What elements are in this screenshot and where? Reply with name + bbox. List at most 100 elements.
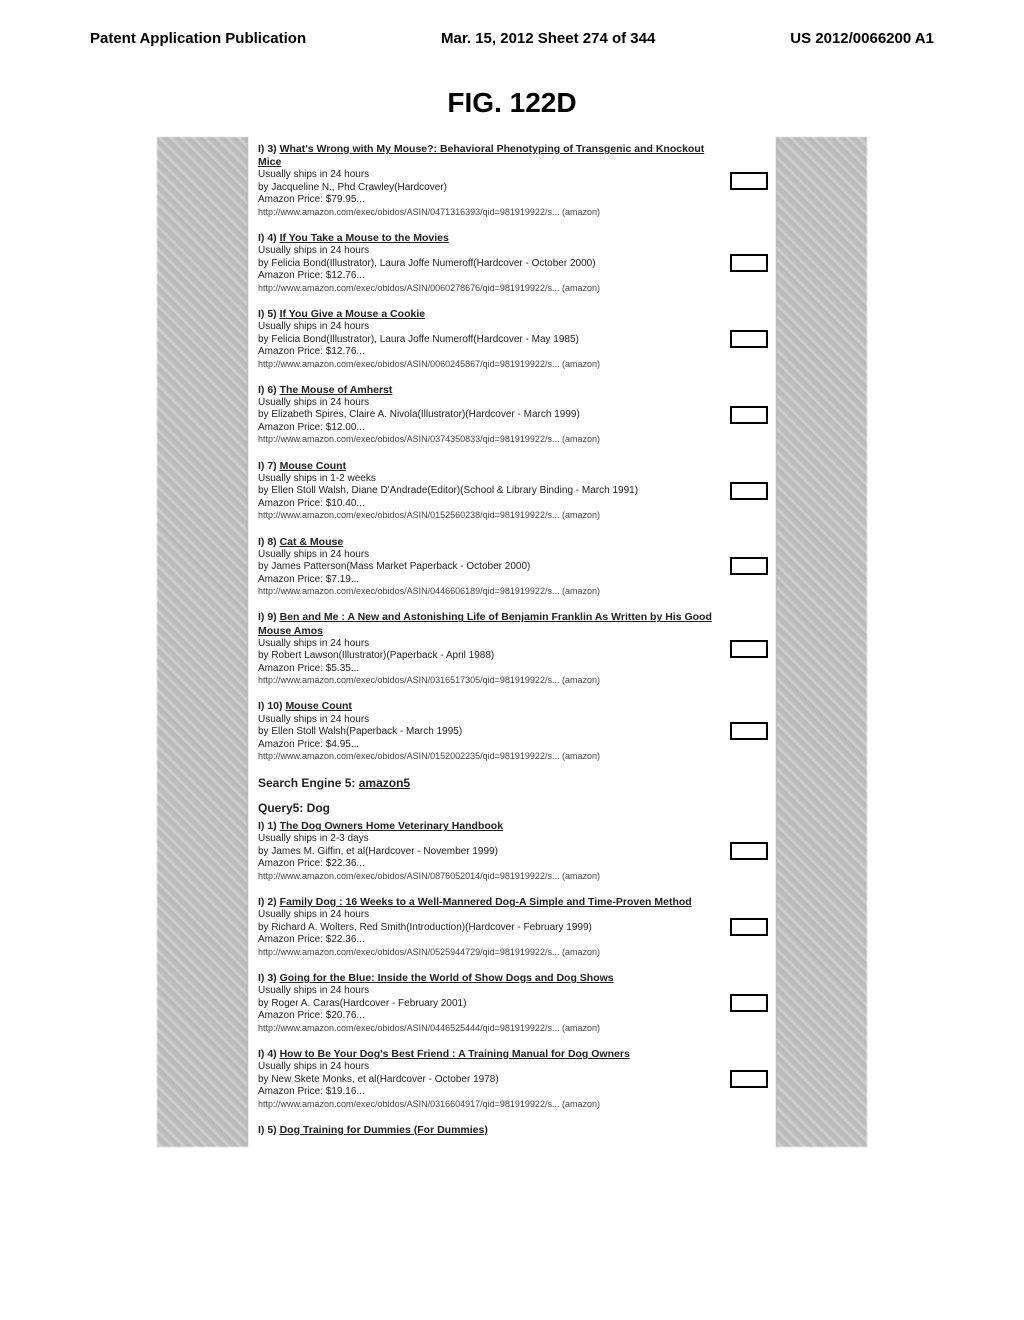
result-ship: Usually ships in 24 hours bbox=[258, 549, 716, 562]
result-byline: by Felicia Bond(Illustrator), Laura Joff… bbox=[258, 258, 716, 271]
result-item: I) 8) Cat & MouseUsually ships in 24 hou… bbox=[258, 536, 768, 598]
header-right: US 2012/0066200 A1 bbox=[790, 30, 934, 47]
result-title-link[interactable]: Mouse Count bbox=[285, 700, 352, 712]
result-prefix: I) 10) bbox=[258, 700, 283, 712]
result-prefix: I) 4) bbox=[258, 1048, 277, 1060]
result-title-link[interactable]: How to Be Your Dog's Best Friend : A Tra… bbox=[280, 1048, 630, 1060]
result-item: I) 3) What's Wrong with My Mouse?: Behav… bbox=[258, 143, 768, 218]
result-url: http://www.amazon.com/exec/obidos/ASIN/0… bbox=[258, 207, 716, 218]
result-title-link[interactable]: If You Take a Mouse to the Movies bbox=[280, 232, 449, 244]
result-title-link[interactable]: Family Dog : 16 Weeks to a Well-Mannered… bbox=[280, 896, 692, 908]
result-byline: by Jacqueline N., Phd Crawley(Hardcover) bbox=[258, 182, 716, 195]
patent-page: Patent Application Publication Mar. 15, … bbox=[0, 0, 1024, 1147]
results-column: I) 3) What's Wrong with My Mouse?: Behav… bbox=[248, 137, 776, 1147]
result-title-link[interactable]: The Dog Owners Home Veterinary Handbook bbox=[280, 820, 503, 832]
search-engine-heading: Search Engine 5: amazon5 bbox=[258, 776, 768, 791]
result-price: Amazon Price: $19.16... bbox=[258, 1086, 716, 1099]
engine-name: amazon5 bbox=[359, 776, 410, 790]
result-ship: Usually ships in 24 hours bbox=[258, 909, 716, 922]
result-ship: Usually ships in 24 hours bbox=[258, 985, 716, 998]
result-ship: Usually ships in 24 hours bbox=[258, 321, 716, 334]
texture-column-right bbox=[776, 137, 867, 1147]
result-byline: by Elizabeth Spires, Claire A. Nivola(Il… bbox=[258, 409, 716, 422]
result-url: http://www.amazon.com/exec/obidos/ASIN/0… bbox=[258, 1023, 716, 1034]
result-url: http://www.amazon.com/exec/obidos/ASIN/0… bbox=[258, 283, 716, 294]
result-byline: by Richard A. Wolters, Red Smith(Introdu… bbox=[258, 922, 716, 935]
result-byline: by Roger A. Caras(Hardcover - February 2… bbox=[258, 998, 716, 1011]
result-item: I) 5) If You Give a Mouse a CookieUsuall… bbox=[258, 308, 768, 370]
result-item: I) 4) How to Be Your Dog's Best Friend :… bbox=[258, 1048, 768, 1110]
result-price: Amazon Price: $12.00... bbox=[258, 422, 716, 435]
result-prefix: I) 4) bbox=[258, 232, 277, 244]
select-checkbox[interactable] bbox=[730, 482, 768, 500]
result-price: Amazon Price: $4.95... bbox=[258, 739, 716, 752]
select-checkbox[interactable] bbox=[730, 330, 768, 348]
result-price: Amazon Price: $22.36... bbox=[258, 858, 716, 871]
result-byline: by James Patterson(Mass Market Paperback… bbox=[258, 561, 716, 574]
result-prefix: I) 7) bbox=[258, 460, 277, 472]
result-title-link[interactable]: What's Wrong with My Mouse?: Behavioral … bbox=[258, 143, 704, 168]
result-ship: Usually ships in 24 hours bbox=[258, 1061, 716, 1074]
result-title-link[interactable]: Dog Training for Dummies (For Dummies) bbox=[280, 1124, 488, 1136]
result-title-link[interactable]: Cat & Mouse bbox=[280, 536, 344, 548]
select-checkbox[interactable] bbox=[730, 918, 768, 936]
result-prefix: I) 8) bbox=[258, 536, 277, 548]
result-item: I) 2) Family Dog : 16 Weeks to a Well-Ma… bbox=[258, 896, 768, 958]
result-byline: by New Skete Monks, et al(Hardcover - Oc… bbox=[258, 1074, 716, 1087]
result-price: Amazon Price: $79.95... bbox=[258, 194, 716, 207]
result-url: http://www.amazon.com/exec/obidos/ASIN/0… bbox=[258, 510, 716, 521]
header-center: Mar. 15, 2012 Sheet 274 of 344 bbox=[441, 30, 655, 47]
result-price: Amazon Price: $7.19... bbox=[258, 574, 716, 587]
result-ship: Usually ships in 24 hours bbox=[258, 714, 716, 727]
result-byline: by James M. Giffin, et al(Hardcover - No… bbox=[258, 846, 716, 859]
select-checkbox[interactable] bbox=[730, 842, 768, 860]
select-checkbox[interactable] bbox=[730, 557, 768, 575]
result-byline: by Ellen Stoll Walsh, Diane D'Andrade(Ed… bbox=[258, 485, 716, 498]
select-checkbox[interactable] bbox=[730, 1070, 768, 1088]
result-url: http://www.amazon.com/exec/obidos/ASIN/0… bbox=[258, 751, 716, 762]
result-url: http://www.amazon.com/exec/obidos/ASIN/0… bbox=[258, 947, 716, 958]
result-prefix: I) 3) bbox=[258, 143, 277, 155]
result-url: http://www.amazon.com/exec/obidos/ASIN/0… bbox=[258, 1099, 716, 1110]
result-prefix: I) 9) bbox=[258, 611, 277, 623]
result-ship: Usually ships in 24 hours bbox=[258, 397, 716, 410]
result-title-link[interactable]: If You Give a Mouse a Cookie bbox=[280, 308, 425, 320]
result-price: Amazon Price: $10.40... bbox=[258, 498, 716, 511]
result-prefix: I) 1) bbox=[258, 820, 277, 832]
result-title-link[interactable]: The Mouse of Amherst bbox=[280, 384, 393, 396]
result-title-link[interactable]: Ben and Me : A New and Astonishing Life … bbox=[258, 611, 712, 636]
result-prefix: I) 5) bbox=[258, 308, 277, 320]
texture-column-left bbox=[157, 137, 248, 1147]
result-price: Amazon Price: $20.76... bbox=[258, 1010, 716, 1023]
result-byline: by Felicia Bond(Illustrator), Laura Joff… bbox=[258, 334, 716, 347]
select-checkbox[interactable] bbox=[730, 254, 768, 272]
result-ship: Usually ships in 24 hours bbox=[258, 245, 716, 258]
figure-title: FIG. 122D bbox=[0, 87, 1024, 119]
select-checkbox[interactable] bbox=[730, 640, 768, 658]
result-ship: Usually ships in 24 hours bbox=[258, 169, 716, 182]
result-title-link[interactable]: Going for the Blue: Inside the World of … bbox=[280, 972, 614, 984]
result-item-trailing: I) 5) Dog Training for Dummies (For Dumm… bbox=[258, 1124, 768, 1137]
result-price: Amazon Price: $12.76... bbox=[258, 346, 716, 359]
select-checkbox[interactable] bbox=[730, 722, 768, 740]
select-checkbox[interactable] bbox=[730, 172, 768, 190]
result-byline: by Ellen Stoll Walsh(Paperback - March 1… bbox=[258, 726, 716, 739]
result-item: I) 7) Mouse CountUsually ships in 1-2 we… bbox=[258, 460, 768, 522]
figure-body: I) 3) What's Wrong with My Mouse?: Behav… bbox=[157, 137, 867, 1147]
page-header: Patent Application Publication Mar. 15, … bbox=[0, 0, 1024, 57]
result-ship: Usually ships in 2-3 days bbox=[258, 833, 716, 846]
select-checkbox[interactable] bbox=[730, 994, 768, 1012]
result-byline: by Robert Lawson(Illustrator)(Paperback … bbox=[258, 650, 716, 663]
result-price: Amazon Price: $5.35... bbox=[258, 663, 716, 676]
result-prefix: I) 2) bbox=[258, 896, 277, 908]
result-ship: Usually ships in 1-2 weeks bbox=[258, 473, 716, 486]
select-checkbox[interactable] bbox=[730, 406, 768, 424]
result-item: I) 1) The Dog Owners Home Veterinary Han… bbox=[258, 820, 768, 882]
result-item: I) 9) Ben and Me : A New and Astonishing… bbox=[258, 611, 768, 686]
result-prefix: I) 5) bbox=[258, 1124, 277, 1136]
result-item: I) 10) Mouse Count Usually ships in 24 ho… bbox=[258, 700, 768, 762]
result-url: http://www.amazon.com/exec/obidos/ASIN/0… bbox=[258, 359, 716, 370]
result-title-link[interactable]: Mouse Count bbox=[280, 460, 347, 472]
result-url: http://www.amazon.com/exec/obidos/ASIN/0… bbox=[258, 586, 716, 597]
result-item: I) 3) Going for the Blue: Inside the Wor… bbox=[258, 972, 768, 1034]
